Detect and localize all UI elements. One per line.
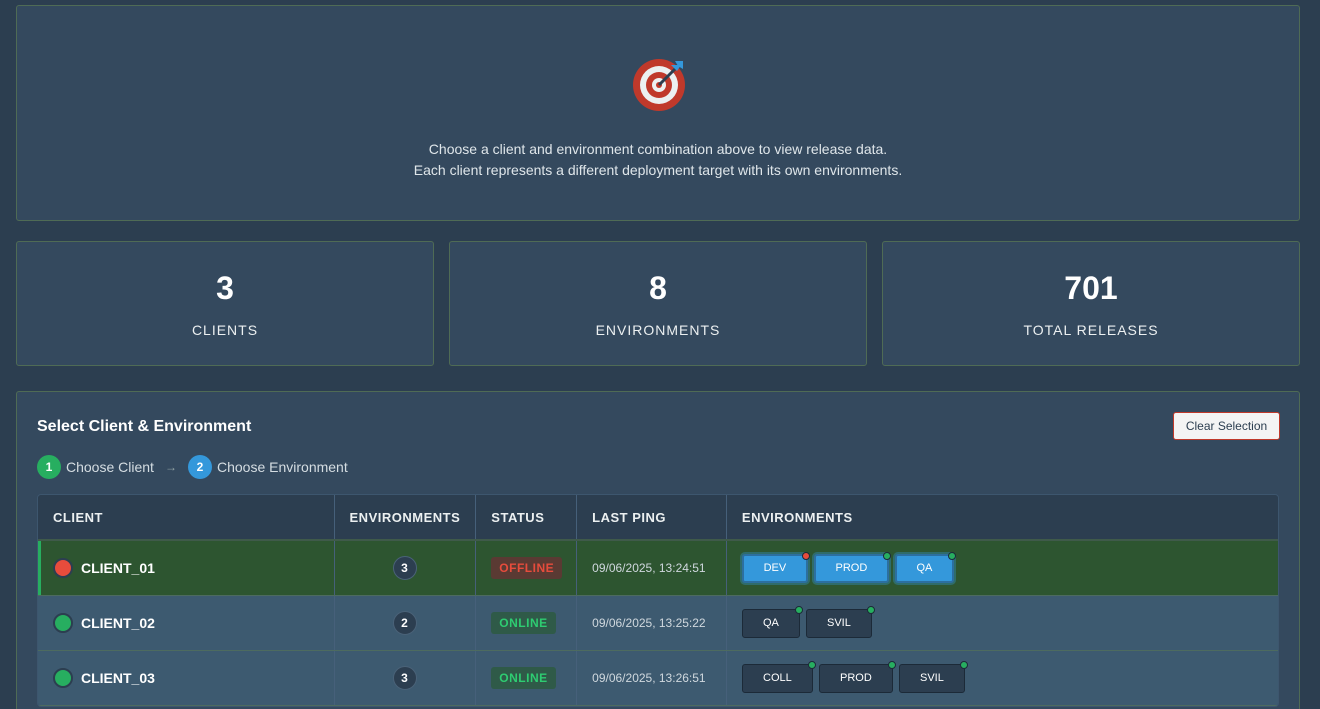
last-ping-cell: 09/06/2025, 13:26:51 — [577, 651, 727, 705]
env-status-dot-icon — [882, 551, 891, 560]
client-name: CLIENT_03 — [81, 670, 155, 686]
step-arrow-icon: → — [165, 460, 177, 474]
env-button-svil[interactable]: SVIL — [898, 660, 968, 693]
env-count-badge: 3 — [392, 556, 417, 580]
empty-state-line-2: Each client represents a different deplo… — [413, 162, 903, 178]
table-row[interactable]: CLIENT_03 3 ONLINE 09/06/2025, 13:26:51 … — [38, 651, 1278, 706]
table-row[interactable]: CLIENT_02 2 ONLINE 09/06/2025, 13:25:22 … — [38, 596, 1278, 651]
environments-cell: QA SVIL — [727, 596, 1278, 650]
last-ping: 09/06/2025, 13:24:51 — [592, 561, 706, 575]
env-button-prod[interactable]: PROD — [818, 660, 896, 693]
panel-title: Select Client & Environment — [37, 418, 252, 435]
env-button-qa[interactable]: QA — [741, 605, 803, 638]
empty-state-line-1: Choose a client and environment combinat… — [428, 141, 888, 157]
env-status-dot-icon — [887, 660, 896, 669]
client-name: CLIENT_01 — [81, 560, 155, 576]
env-status-dot-icon — [947, 551, 956, 560]
step-choose-client: 1 Choose Client — [37, 455, 154, 479]
status-dot-icon — [53, 558, 73, 578]
env-count-cell: 3 — [335, 541, 477, 595]
stat-value: 8 — [649, 270, 667, 306]
env-status-dot-icon — [807, 660, 816, 669]
environments-cell: DEV PROD QA — [727, 541, 1278, 595]
client-name: CLIENT_02 — [81, 615, 155, 631]
env-label: PROD — [840, 672, 872, 684]
env-button-dev[interactable]: DEV — [741, 551, 810, 583]
env-button-qa[interactable]: QA — [894, 551, 956, 583]
step-number: 2 — [188, 455, 212, 479]
env-label: QA — [762, 617, 779, 629]
clients-table: CLIENT ENVIRONMENTS STATUS LAST PING ENV… — [37, 494, 1279, 707]
step-label: Choose Environment — [217, 459, 348, 475]
env-count-cell: 2 — [335, 596, 477, 650]
stat-value: 701 — [1064, 270, 1118, 306]
client-cell: CLIENT_02 — [38, 596, 335, 650]
status-cell: OFFLINE — [476, 541, 578, 595]
last-ping: 09/06/2025, 13:26:51 — [592, 671, 706, 685]
last-ping: 09/06/2025, 13:25:22 — [592, 616, 706, 630]
status-cell: ONLINE — [476, 596, 578, 650]
last-ping-cell: 09/06/2025, 13:24:51 — [577, 541, 727, 595]
env-label: DEV — [763, 562, 787, 574]
status-badge: ONLINE — [491, 667, 556, 689]
column-header-client: CLIENT — [38, 495, 335, 539]
stat-card-total-releases: 701 TOTAL RELEASES — [882, 241, 1300, 366]
stat-card-clients: 3 CLIENTS — [16, 241, 434, 366]
env-button-prod[interactable]: PROD — [813, 551, 891, 583]
column-header-status: STATUS — [476, 495, 578, 539]
status-cell: ONLINE — [476, 651, 578, 705]
env-label: SVIL — [826, 617, 851, 629]
env-label: QA — [916, 562, 933, 574]
env-status-dot-icon — [959, 660, 968, 669]
environments-cell: COLL PROD SVIL — [727, 651, 1278, 705]
stat-label: CLIENTS — [191, 322, 259, 338]
env-count-badge: 3 — [392, 666, 417, 690]
env-label: PROD — [835, 562, 868, 574]
last-ping-cell: 09/06/2025, 13:25:22 — [577, 596, 727, 650]
table-row[interactable]: CLIENT_01 3 OFFLINE 09/06/2025, 13:24:51… — [38, 541, 1278, 596]
stat-label: ENVIRONMENTS — [595, 322, 721, 338]
step-choose-environment: 2 Choose Environment — [188, 455, 348, 479]
env-button-coll[interactable]: COLL — [741, 660, 816, 693]
env-count-cell: 3 — [335, 651, 477, 705]
stat-card-environments: 8 ENVIRONMENTS — [449, 241, 867, 366]
stat-value: 3 — [216, 270, 234, 306]
status-badge: OFFLINE — [491, 557, 563, 579]
column-header-last-ping: LAST PING — [577, 495, 727, 539]
empty-state-panel: Choose a client and environment combinat… — [16, 5, 1300, 221]
status-dot-icon — [53, 668, 73, 688]
client-environment-panel: Select Client & Environment Clear Select… — [16, 391, 1300, 709]
target-icon — [633, 59, 685, 111]
env-count-badge: 2 — [392, 611, 417, 635]
client-cell: CLIENT_03 — [38, 651, 335, 705]
env-button-svil[interactable]: SVIL — [805, 605, 875, 638]
step-number: 1 — [37, 455, 61, 479]
env-status-dot-icon — [866, 605, 875, 614]
status-badge: ONLINE — [491, 612, 556, 634]
stat-label: TOTAL RELEASES — [1023, 322, 1159, 338]
env-label: SVIL — [919, 672, 944, 684]
clear-selection-button[interactable]: Clear Selection — [1173, 412, 1280, 440]
env-label: COLL — [763, 672, 792, 684]
step-label: Choose Client — [66, 459, 154, 475]
table-header: CLIENT ENVIRONMENTS STATUS LAST PING ENV… — [38, 495, 1278, 541]
column-header-environments: ENVIRONMENTS — [741, 509, 853, 525]
client-cell: CLIENT_01 — [38, 541, 335, 595]
env-status-dot-icon — [794, 605, 803, 614]
column-header-env-count: ENVIRONMENTS — [335, 495, 477, 539]
status-dot-icon — [53, 613, 73, 633]
env-status-dot-icon — [801, 551, 810, 560]
